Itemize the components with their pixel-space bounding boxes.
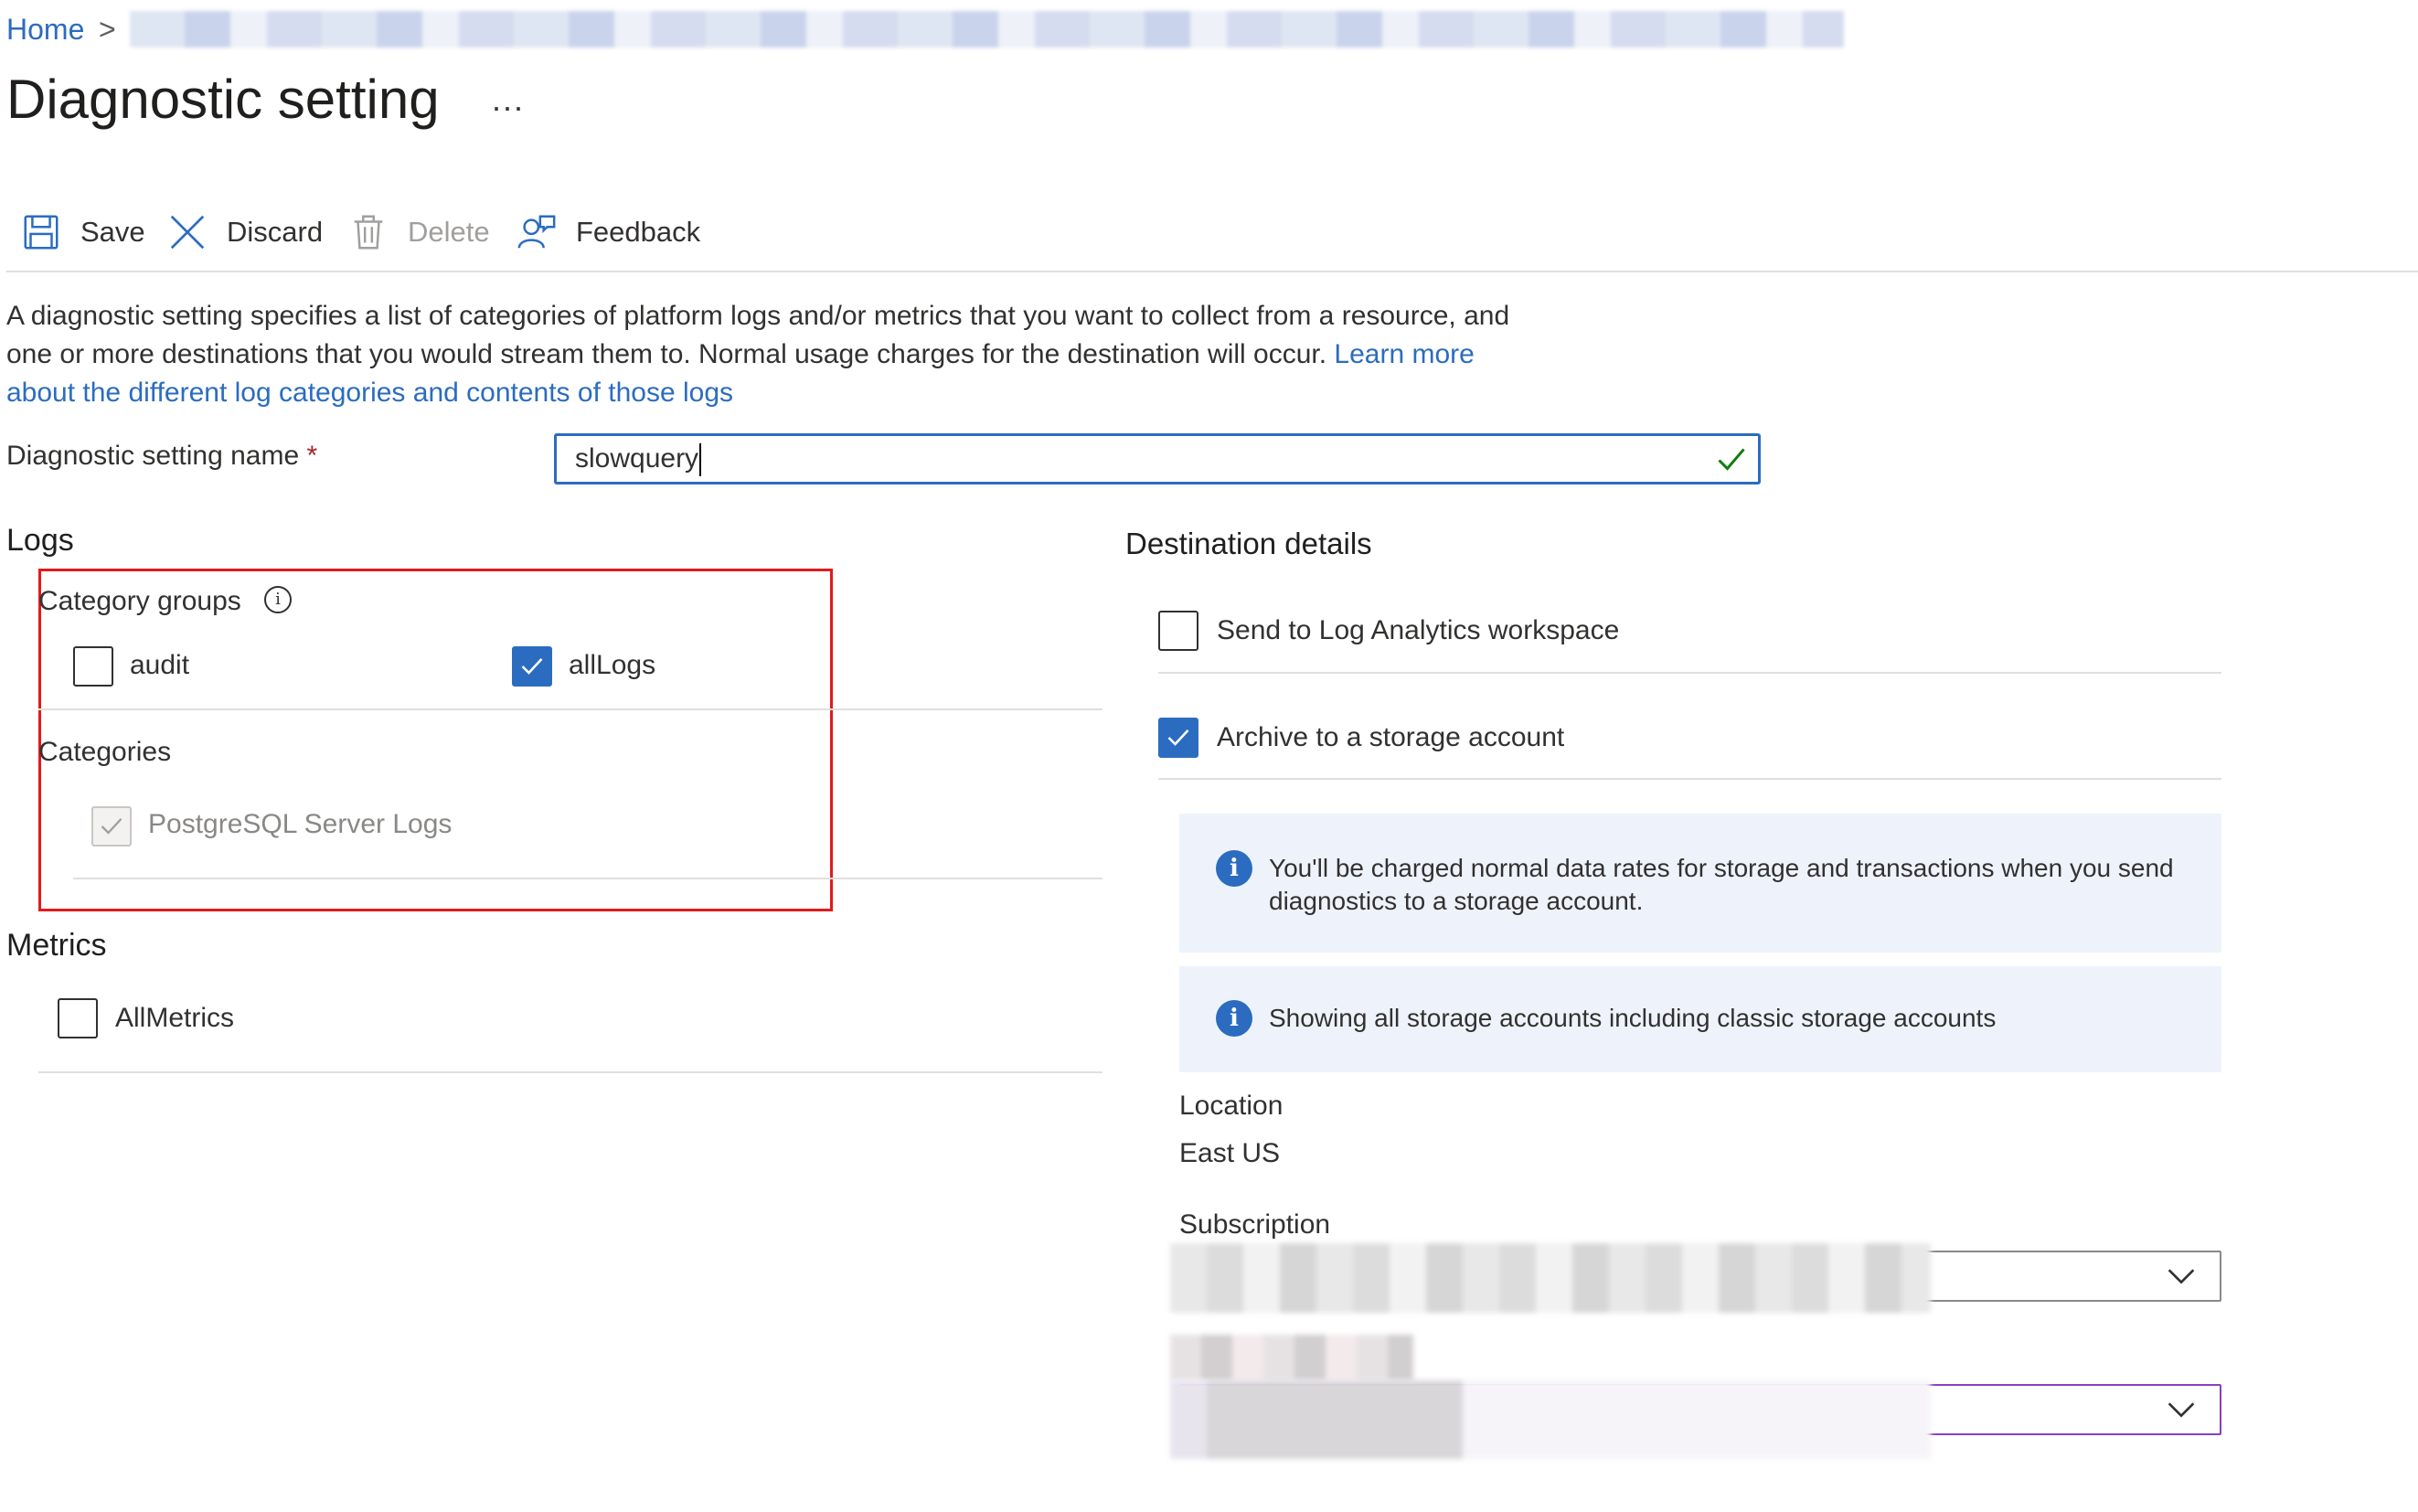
subscription-value-redacted	[1170, 1243, 1931, 1313]
postgresql-logs-label: PostgreSQL Server Logs	[148, 809, 453, 839]
destination-divider-1	[1158, 672, 2221, 674]
feedback-button[interactable]: Feedback	[516, 207, 700, 258]
discard-button[interactable]: Discard	[166, 207, 323, 258]
checkmark-icon	[1167, 729, 1189, 746]
alllogs-label: allLogs	[569, 650, 656, 680]
subscription-label: Subscription	[1179, 1209, 1331, 1240]
checkmark-icon	[101, 818, 122, 835]
page-title: Diagnostic setting	[6, 69, 440, 130]
destination-heading: Destination details	[1125, 527, 1372, 560]
name-field-label: Diagnostic setting name *	[6, 441, 317, 472]
discard-icon	[170, 215, 205, 250]
category-groups-label: Category groups	[38, 586, 241, 616]
description-text: A diagnostic setting specifies a list of…	[6, 301, 1510, 369]
info-icon[interactable]: i	[264, 586, 292, 613]
name-field-label-text: Diagnostic setting name	[6, 441, 300, 471]
checkmark-icon	[1718, 448, 1745, 471]
save-label: Save	[80, 216, 145, 248]
delete-label: Delete	[408, 216, 490, 248]
storage-account-value-redacted	[1170, 1380, 1931, 1459]
breadcrumb-redacted	[130, 11, 1844, 48]
info-circle-icon: i	[1216, 1000, 1252, 1037]
charges-info-box: i You'll be charged normal data rates fo…	[1179, 814, 2221, 953]
audit-checkbox[interactable]	[73, 646, 113, 687]
archive-storage-label: Archive to a storage account	[1217, 722, 1565, 752]
postgresql-logs-checkbox[interactable]	[91, 806, 132, 847]
allmetrics-label: AllMetrics	[115, 1003, 235, 1033]
log-analytics-label: Send to Log Analytics workspace	[1217, 615, 1620, 645]
categories-label: Categories	[38, 737, 172, 767]
metrics-divider	[38, 1071, 1102, 1073]
log-analytics-checkbox[interactable]	[1158, 611, 1198, 651]
diagnostic-setting-name-input[interactable]: slowquery	[554, 433, 1761, 484]
archive-storage-checkbox[interactable]	[1158, 718, 1198, 758]
classic-info-box: i Showing all storage accounts including…	[1179, 966, 2221, 1072]
classic-info-text: Showing all storage accounts including c…	[1269, 1004, 1997, 1032]
discard-label: Discard	[227, 216, 324, 248]
text-cursor	[699, 443, 702, 477]
checkmark-icon	[521, 657, 543, 675]
categories-divider	[73, 878, 1102, 879]
audit-label: audit	[130, 650, 190, 680]
save-button[interactable]: Save	[20, 207, 145, 258]
breadcrumb-chevron-icon: >	[99, 13, 116, 46]
location-value: East US	[1179, 1138, 1281, 1168]
location-label: Location	[1179, 1091, 1284, 1121]
allmetrics-checkbox[interactable]	[58, 998, 98, 1038]
delete-icon	[354, 215, 383, 250]
toolbar-divider	[6, 271, 2418, 272]
feedback-label: Feedback	[576, 216, 701, 248]
chevron-down-icon	[2168, 1402, 2195, 1418]
more-actions-button[interactable]: ...	[492, 80, 525, 119]
feedback-icon	[517, 215, 556, 249]
storage-label-redacted	[1170, 1335, 1413, 1380]
destination-divider-2	[1158, 778, 2221, 780]
info-circle-icon: i	[1216, 850, 1252, 887]
delete-button[interactable]: Delete	[347, 207, 490, 258]
description: A diagnostic setting specifies a list of…	[6, 297, 1542, 412]
required-marker: *	[306, 441, 318, 471]
metrics-heading: Metrics	[6, 928, 107, 963]
chevron-down-icon	[2168, 1269, 2195, 1284]
logs-heading: Logs	[6, 523, 74, 558]
breadcrumb-home[interactable]: Home	[6, 13, 84, 47]
charges-info-text: You'll be charged normal data rates for …	[1269, 854, 2174, 915]
alllogs-checkbox[interactable]	[512, 646, 552, 687]
name-input-value: slowquery	[575, 443, 699, 474]
logs-divider	[38, 708, 1102, 710]
save-icon	[24, 215, 59, 250]
